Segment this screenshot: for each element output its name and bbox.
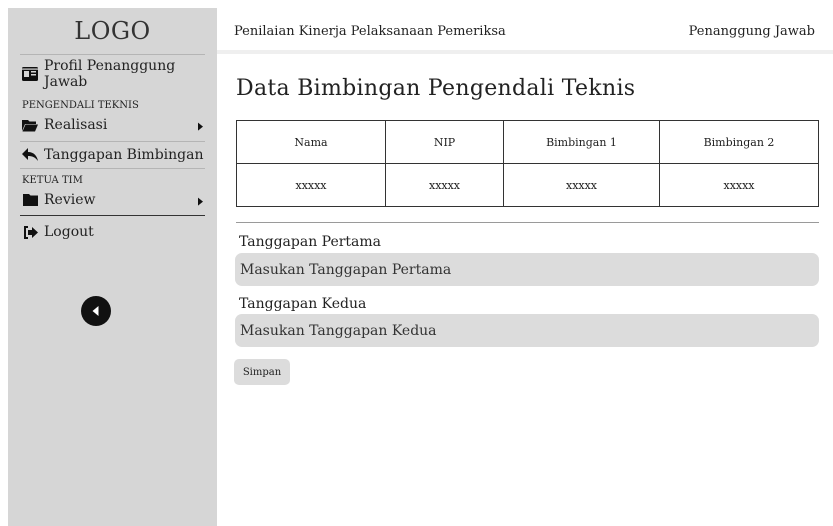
- column-header-nip: NIP: [385, 120, 504, 164]
- sidebar-item-tanggapan[interactable]: Tanggapan Bimbingan: [8, 142, 217, 168]
- user-role[interactable]: Penanggung Jawab: [689, 24, 815, 39]
- column-header-bimbingan-1: Bimbingan 1: [503, 120, 660, 164]
- section-divider: [236, 222, 819, 223]
- sidebar-item-label: Logout: [44, 224, 94, 240]
- first-response-label: Tanggapan Pertama: [239, 234, 382, 250]
- app-title: Penilaian Kinerja Pelaksanaan Pemeriksa: [234, 24, 506, 39]
- chevron-left-icon: [92, 306, 99, 316]
- id-card-icon: [22, 66, 38, 82]
- caret-right-icon: [198, 122, 203, 131]
- second-response-input[interactable]: Masukan Tanggapan Kedua: [235, 314, 819, 347]
- sidebar-item-label: Realisasi: [44, 117, 108, 133]
- table-cell: xxxxx: [659, 163, 819, 207]
- top-bar: Penilaian Kinerja Pelaksanaan Pemeriksa …: [217, 8, 833, 54]
- column-header-bimbingan-2: Bimbingan 2: [659, 120, 819, 164]
- page-title: Data Bimbingan Pengendali Teknis: [236, 76, 636, 101]
- section-label-pengendali: PENGENDALI TEKNIS: [22, 100, 139, 111]
- sidebar-item-label: Review: [44, 192, 96, 208]
- folder-open-icon: [22, 117, 38, 133]
- sidebar: LOGO Profil Penanggung Jawab PENGENDALI …: [8, 8, 217, 526]
- reply-icon: [22, 147, 38, 163]
- data-table: Nama NIP Bimbingan 1 Bimbingan 2 xxxxx x…: [236, 120, 819, 207]
- table-header-row: Nama NIP Bimbingan 1 Bimbingan 2: [236, 120, 819, 164]
- caret-right-icon: [198, 197, 203, 206]
- logo: LOGO: [74, 17, 151, 45]
- table-cell: xxxxx: [503, 163, 660, 207]
- column-header-nama: Nama: [236, 120, 386, 164]
- first-response-input[interactable]: Masukan Tanggapan Pertama: [235, 253, 819, 286]
- collapse-sidebar-button[interactable]: [81, 296, 111, 326]
- sidebar-item-label: Profil Penanggung Jawab: [44, 58, 176, 90]
- sidebar-item-label: Tanggapan Bimbingan: [44, 147, 204, 163]
- save-button[interactable]: Simpan: [234, 359, 290, 385]
- second-response-label: Tanggapan Kedua: [239, 296, 367, 312]
- sidebar-item-realisasi[interactable]: Realisasi: [8, 111, 217, 139]
- logout-icon: [22, 224, 38, 240]
- table-cell: xxxxx: [385, 163, 504, 207]
- section-label-ketua: KETUA TIM: [22, 175, 83, 186]
- table-row[interactable]: xxxxx xxxxx xxxxx xxxxx: [236, 163, 819, 207]
- sidebar-item-logout[interactable]: Logout: [8, 216, 217, 248]
- sidebar-item-review[interactable]: Review: [8, 186, 217, 214]
- folder-icon: [22, 192, 38, 208]
- sidebar-item-profil[interactable]: Profil Penanggung Jawab: [8, 55, 217, 93]
- table-cell: xxxxx: [236, 163, 386, 207]
